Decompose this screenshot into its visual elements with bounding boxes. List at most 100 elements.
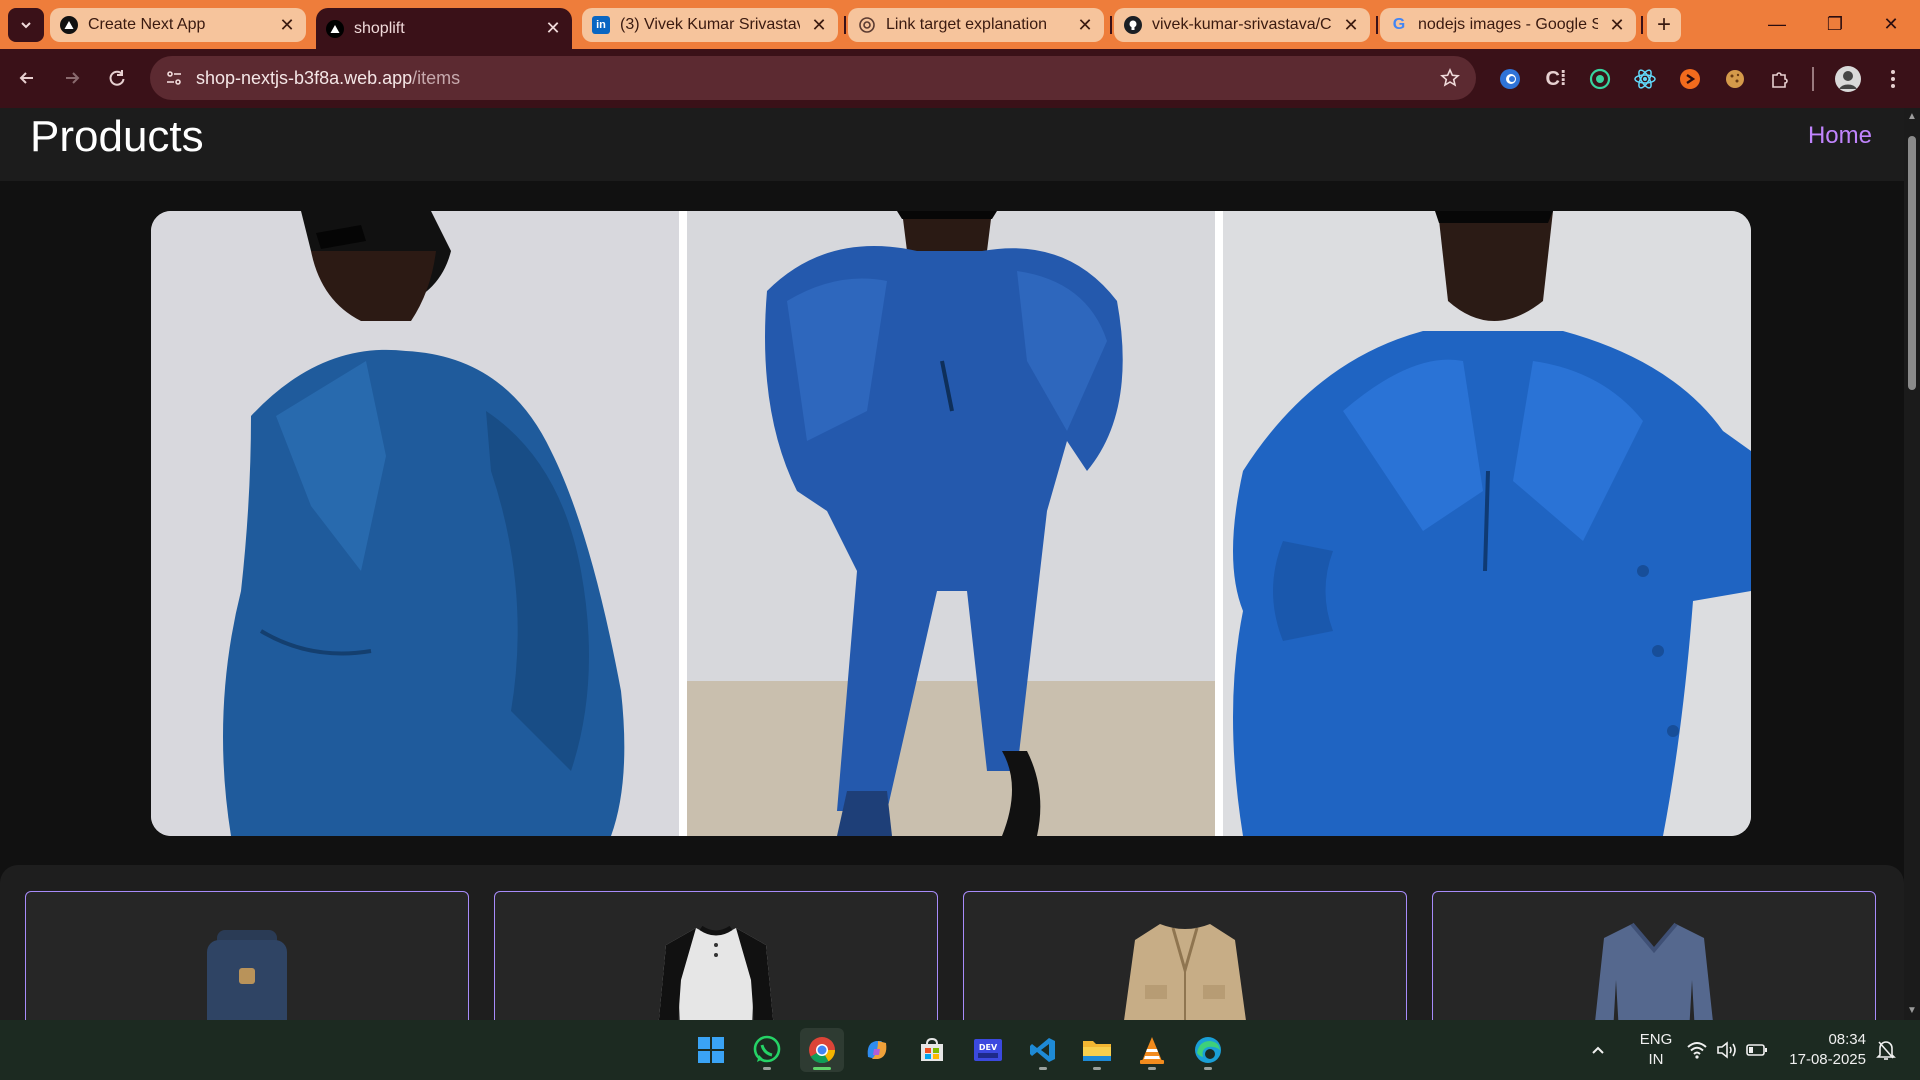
page-scrollbar[interactable]: ▲ ▼ — [1904, 108, 1920, 1020]
tab-shoplift[interactable]: shoplift ✕ — [316, 8, 572, 49]
tab-separator — [1110, 16, 1112, 34]
running-indicator — [1093, 1067, 1101, 1070]
reload-icon — [109, 70, 125, 86]
close-icon[interactable]: ✕ — [278, 15, 296, 35]
page-viewport: Products Home — [0, 108, 1904, 1020]
windows-start-icon[interactable] — [689, 1028, 733, 1072]
extension-orange-icon[interactable] — [1677, 66, 1703, 92]
restore-icon: ❐ — [1826, 14, 1844, 34]
close-icon[interactable]: ✕ — [810, 15, 828, 35]
dev-icon[interactable]: DEV — [966, 1028, 1010, 1072]
vlc-icon[interactable] — [1130, 1028, 1174, 1072]
minimize-icon: — — [1768, 14, 1786, 34]
tab-title: Link target explanation — [886, 16, 1047, 33]
scrollbar-thumb[interactable] — [1908, 136, 1916, 390]
vscode-icon[interactable] — [1021, 1028, 1065, 1072]
running-indicator — [813, 1067, 831, 1070]
plus-icon: + — [1656, 11, 1671, 38]
products-grid — [0, 865, 1904, 1020]
back-button[interactable] — [10, 61, 44, 95]
profile-avatar[interactable] — [1834, 65, 1862, 93]
scroll-down-icon[interactable]: ▼ — [1907, 1006, 1917, 1016]
close-icon: ✕ — [1883, 14, 1899, 34]
restore-button[interactable]: ❐ — [1806, 0, 1864, 49]
cookie-editor-icon[interactable] — [1722, 66, 1748, 92]
vercel-triangle-icon — [326, 19, 344, 38]
language-indicator[interactable]: ENG IN — [1634, 1030, 1678, 1070]
forward-button[interactable] — [55, 61, 89, 95]
react-devtools-icon[interactable] — [1632, 66, 1658, 92]
wifi-icon[interactable] — [1686, 1020, 1708, 1080]
tab-linkedin[interactable]: in (3) Vivek Kumar Srivastava ✕ — [582, 8, 838, 42]
site-info-icon[interactable] — [154, 58, 194, 98]
hero-image-crouching — [687, 211, 1215, 836]
windows-taskbar: DEV ENG IN 08:34 17-08-2025 — [0, 1020, 1920, 1080]
extension-blue-swirl-icon[interactable] — [1497, 66, 1523, 92]
tab-separator — [1376, 16, 1378, 34]
close-icon[interactable]: ✕ — [1342, 15, 1360, 35]
address-bar[interactable]: shop-nextjs-b3f8a.web.app/items — [150, 56, 1476, 100]
language-code: ENG — [1639, 1031, 1673, 1048]
running-indicator — [1204, 1067, 1212, 1070]
hero-image-front-view — [1223, 211, 1751, 836]
chevron-down-icon — [21, 22, 31, 29]
hero-image-side-view — [151, 211, 679, 836]
tab-title: shoplift — [354, 19, 405, 37]
new-tab-button[interactable]: + — [1647, 8, 1681, 42]
whatsapp-icon[interactable] — [745, 1028, 789, 1072]
product-card[interactable] — [963, 891, 1407, 1020]
tab-create-next-app[interactable]: Create Next App ✕ — [50, 8, 306, 42]
browser-menu-icon[interactable] — [1880, 66, 1906, 92]
close-icon[interactable]: ✕ — [1608, 15, 1626, 35]
running-indicator — [763, 1067, 771, 1070]
tab-separator — [1641, 16, 1643, 34]
arrow-left-icon — [19, 72, 33, 84]
product-card[interactable] — [25, 891, 469, 1020]
microsoft-store-icon[interactable] — [910, 1028, 954, 1072]
browser-toolbar: shop-nextjs-b3f8a.web.app/items C⁞ — [0, 49, 1920, 108]
home-link[interactable]: Home — [1808, 122, 1872, 150]
show-hidden-icons-button[interactable] — [1590, 1020, 1606, 1080]
product-card[interactable] — [494, 891, 938, 1020]
chrome-icon[interactable] — [800, 1028, 844, 1072]
system-clock[interactable]: 08:34 17-08-2025 — [1782, 1030, 1866, 1070]
file-explorer-icon[interactable] — [1075, 1028, 1119, 1072]
url-host: shop-nextjs-b3f8a.web.app — [196, 67, 413, 88]
notifications-bell-icon[interactable] — [1876, 1020, 1896, 1080]
tab-google[interactable]: G nodejs images - Google Se ✕ — [1380, 8, 1636, 42]
tab-chatgpt[interactable]: Link target explanation ✕ — [848, 8, 1104, 42]
close-icon[interactable]: ✕ — [544, 18, 562, 38]
url-path: /items — [412, 67, 461, 88]
tab-github[interactable]: vivek-kumar-srivastava/CR ✕ — [1114, 8, 1370, 42]
tab-search-button[interactable] — [8, 8, 44, 42]
reload-button[interactable] — [100, 61, 134, 95]
running-indicator — [1148, 1067, 1156, 1070]
linkedin-icon: in — [592, 16, 610, 34]
copilot-icon[interactable] — [855, 1028, 899, 1072]
edge-icon[interactable] — [1186, 1028, 1230, 1072]
minimize-button[interactable]: — — [1748, 0, 1806, 49]
google-icon: G — [1392, 16, 1406, 33]
toolbar-divider — [1812, 67, 1814, 91]
close-icon[interactable]: ✕ — [1076, 15, 1094, 35]
product-card[interactable] — [1432, 891, 1876, 1020]
url-text: shop-nextjs-b3f8a.web.app/items — [196, 68, 460, 89]
extension-green-target-icon[interactable] — [1587, 66, 1613, 92]
window-close-button[interactable]: ✕ — [1862, 0, 1920, 49]
bookmark-star-icon[interactable] — [1438, 66, 1462, 90]
extension-cl-icon[interactable]: C⁞ — [1543, 66, 1569, 92]
clock-date: 17-08-2025 — [1789, 1051, 1866, 1068]
vercel-triangle-icon — [60, 16, 78, 34]
clock-time: 08:34 — [1828, 1031, 1866, 1048]
browser-tab-strip: Create Next App ✕ shoplift ✕ in (3) Vive… — [0, 0, 1920, 49]
tab-separator — [844, 16, 846, 34]
tab-title: (3) Vivek Kumar Srivastava — [620, 16, 800, 33]
region-code: IN — [1648, 1051, 1664, 1068]
scroll-up-icon[interactable]: ▲ — [1907, 112, 1917, 122]
extensions-puzzle-icon[interactable] — [1767, 66, 1793, 92]
battery-icon[interactable] — [1746, 1020, 1768, 1080]
volume-icon[interactable] — [1716, 1020, 1738, 1080]
github-icon — [1124, 16, 1142, 34]
page-title: Products — [30, 112, 204, 161]
product-image-sweater — [1595, 922, 1713, 1020]
